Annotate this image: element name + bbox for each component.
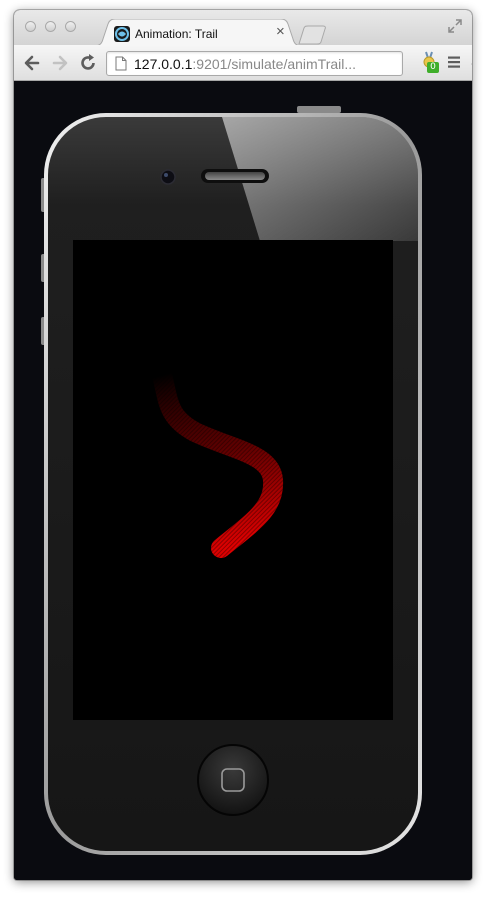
page-icon (115, 56, 127, 71)
url-text: 127.0.0.1:9201/simulate/animTrail... (134, 56, 356, 72)
close-window-button[interactable] (25, 21, 36, 32)
forward-arrow-icon[interactable] (50, 53, 70, 73)
animation-trail-canvas (151, 362, 284, 558)
back-arrow-icon[interactable] (22, 53, 42, 73)
simulator-screen[interactable] (73, 240, 393, 720)
tab-animation-trail[interactable]: Animation: Trail × (94, 19, 302, 46)
fullscreen-icon[interactable] (448, 19, 462, 33)
toolbar: 127.0.0.1:9201/simulate/animTrail... 0 (14, 45, 472, 81)
tab-strip: Animation: Trail × (14, 10, 472, 46)
app-favicon (114, 26, 130, 42)
minimize-window-button[interactable] (45, 21, 56, 32)
page-content (14, 81, 472, 880)
tab-close-icon[interactable]: × (276, 24, 285, 40)
url-path: :9201/simulate/animTrail... (192, 56, 357, 72)
new-tab-button[interactable] (298, 25, 328, 45)
home-button[interactable] (198, 745, 268, 815)
reload-icon[interactable] (78, 53, 98, 73)
zoom-window-button[interactable] (65, 21, 76, 32)
address-bar[interactable]: 127.0.0.1:9201/simulate/animTrail... (106, 51, 472, 76)
extension-badge: 0 (427, 62, 439, 73)
bookmark-star-icon[interactable] (471, 57, 472, 75)
browser-window: Animation: Trail × 127.0.0.1:9201/simula… (14, 10, 472, 880)
tab-title: Animation: Trail (135, 27, 218, 41)
extension-button[interactable]: 0 (418, 49, 444, 77)
menu-icon[interactable] (447, 55, 461, 69)
url-host: 127.0.0.1 (134, 56, 193, 72)
